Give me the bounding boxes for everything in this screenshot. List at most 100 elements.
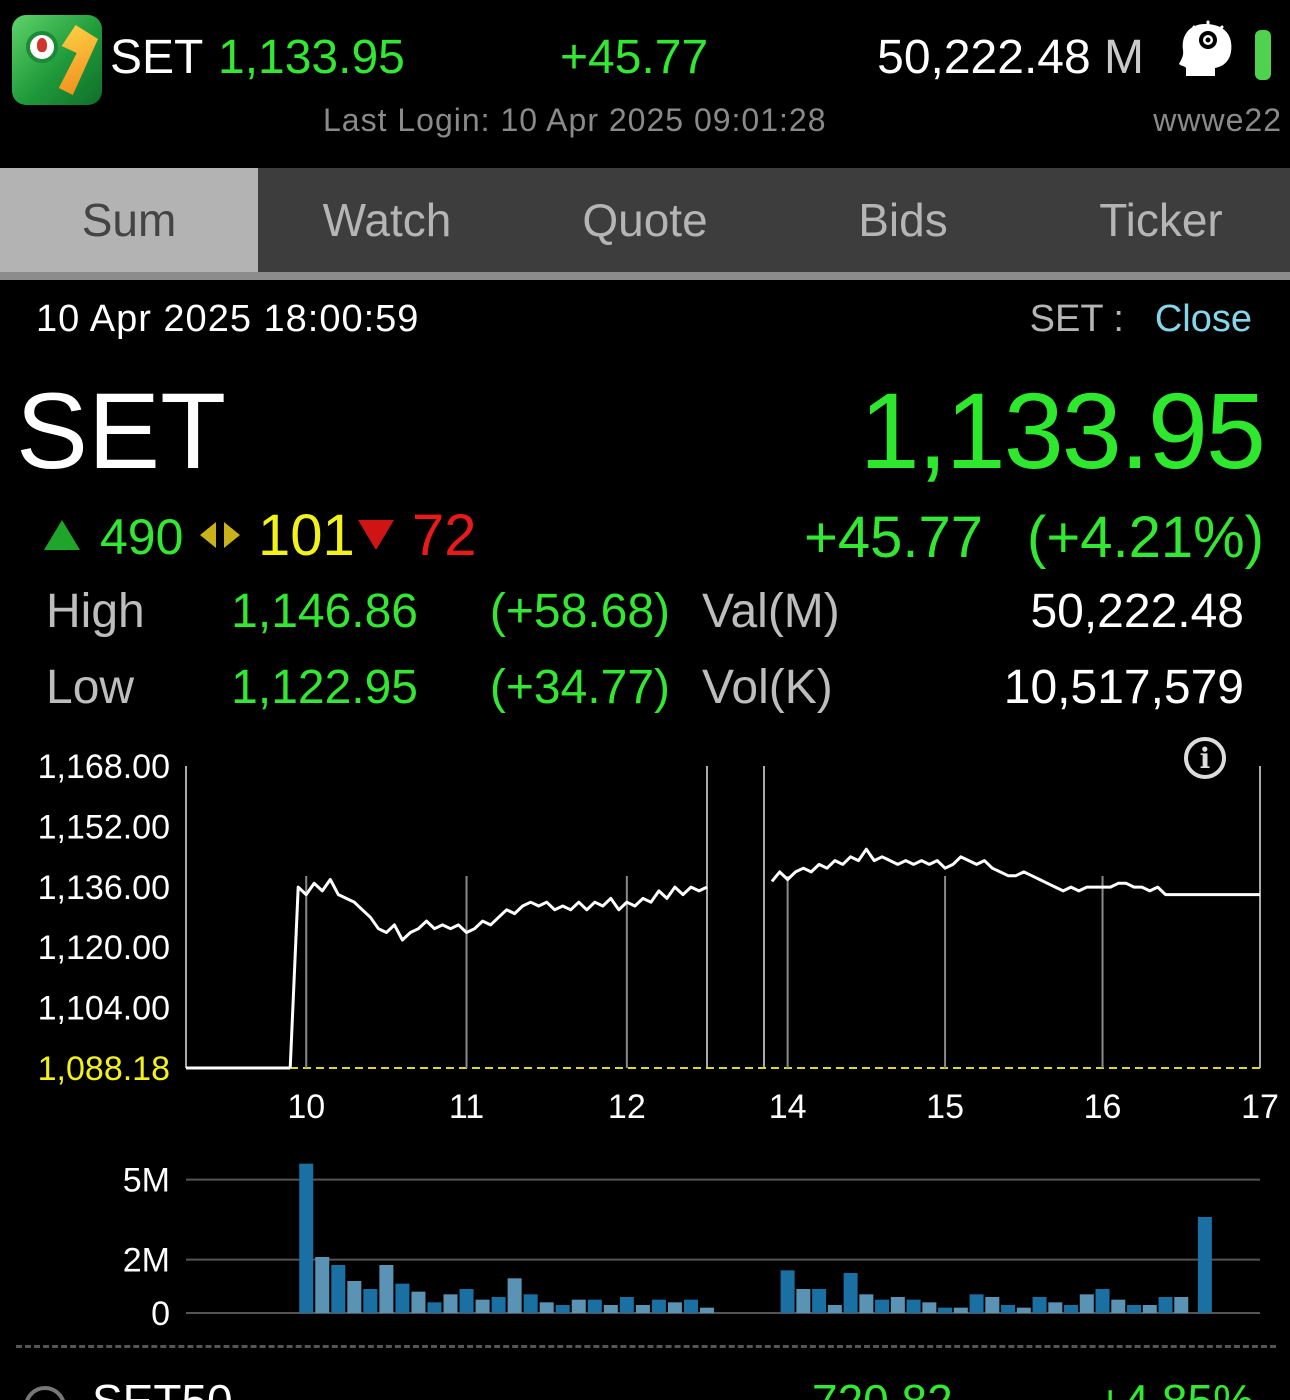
volume-bar: [969, 1294, 984, 1313]
decline-down-arrow-icon: [358, 520, 394, 550]
volume-bar: [347, 1281, 362, 1313]
volume-bar: [619, 1297, 634, 1313]
volume-bar: [667, 1302, 682, 1313]
index-change: +45.77: [804, 505, 984, 570]
volume-bar: [507, 1278, 522, 1313]
tab-sum[interactable]: Sum: [0, 168, 258, 272]
high-change: (+58.68): [489, 585, 670, 638]
decline-count: 72: [412, 503, 477, 568]
price-line-afternoon: [770, 847, 1260, 897]
unchanged-count: 101: [258, 503, 355, 568]
index-value: 1,133.95: [859, 370, 1266, 491]
index-name: SET: [16, 370, 227, 491]
volume-bar: [780, 1270, 795, 1313]
volume-bar: [796, 1289, 811, 1313]
tab-quote[interactable]: Quote: [516, 168, 774, 272]
volume-bar: [379, 1265, 394, 1313]
volume-bar: [985, 1297, 1000, 1313]
tab-watch[interactable]: Watch: [258, 168, 516, 272]
volume-tick-label: 2M: [123, 1242, 170, 1280]
low-label: Low: [46, 661, 135, 714]
prior-close-label: 1,088.18: [38, 1050, 170, 1088]
volume-bar: [475, 1299, 490, 1313]
market-status: Close: [1154, 298, 1252, 340]
volume-bar: [1174, 1297, 1189, 1313]
volume-bar: [1095, 1289, 1110, 1313]
index-change-percent: (+4.21%): [1027, 505, 1264, 570]
volume-bar: [459, 1289, 474, 1313]
header-index-change: +45.77: [560, 31, 709, 84]
volume-bar: [1064, 1305, 1079, 1313]
volume-bar: [523, 1294, 538, 1313]
list-item-set50[interactable]: SET50 720.82 +4.85%: [0, 1372, 1290, 1400]
volume-bar: [1127, 1305, 1142, 1313]
volume-bar: [1079, 1294, 1094, 1313]
top-status-bar: SET 1,133.95 +45.77 50,222.48 M Last Log…: [0, 0, 1290, 168]
info-icon[interactable]: i: [1184, 737, 1226, 779]
value-amount: 50,222.48: [1030, 585, 1244, 638]
list-item-change: +4.85%: [1097, 1374, 1254, 1400]
header-turnover: 50,222.48 M: [877, 30, 1144, 85]
volume-bar: [827, 1305, 842, 1313]
volume-label: Vol(K): [702, 661, 833, 714]
volume-bar: [427, 1302, 442, 1313]
volume-bar: [1016, 1307, 1031, 1313]
x-tick-label: 16: [1084, 1088, 1122, 1126]
header-index-name: SET: [110, 31, 204, 84]
volume-bar: [635, 1305, 650, 1313]
low-value: 1,122.95: [231, 661, 418, 714]
volume-bar: [443, 1294, 458, 1313]
volume-bar: [875, 1299, 890, 1313]
volume-bar: [555, 1305, 570, 1313]
volume-bar: [587, 1299, 602, 1313]
user-id: wwwe22: [1153, 102, 1282, 138]
volume-amount: 10,517,579: [1003, 661, 1244, 714]
volume-bar: [395, 1283, 410, 1313]
radio-icon[interactable]: [24, 1386, 66, 1400]
advance-count: 490: [100, 509, 184, 565]
volume-bar: [922, 1302, 937, 1313]
tab-bids[interactable]: Bids: [774, 168, 1032, 272]
low-change: (+34.77): [489, 661, 670, 714]
y-tick-label: 1,120.00: [38, 929, 170, 967]
header-turnover-value: 50,222.48: [877, 31, 1091, 84]
tab-divider: [0, 272, 1290, 280]
volume-bar: [859, 1294, 874, 1313]
x-tick-label: 11: [449, 1088, 484, 1126]
volume-bar: [1048, 1302, 1063, 1313]
header-turnover-unit: M: [1104, 31, 1144, 84]
volume-bar: [938, 1307, 953, 1313]
volume-bar: [315, 1257, 330, 1313]
volume-bar: [953, 1307, 968, 1313]
x-tick-label: 15: [926, 1088, 964, 1126]
summary-timestamp: 10 Apr 2025 18:00:59: [36, 298, 420, 340]
volume-bar: [700, 1307, 714, 1313]
volume-bar: [411, 1291, 426, 1313]
last-login-text: Last Login: 10 Apr 2025 09:01:28: [323, 102, 827, 138]
battery-icon: [1255, 30, 1271, 80]
x-tick-label: 12: [608, 1088, 646, 1126]
y-tick-label: 1,168.00: [38, 748, 170, 786]
list-item-name: SET50: [92, 1374, 233, 1400]
app-logo[interactable]: [12, 15, 102, 105]
head-profile-icon[interactable]: [1175, 18, 1239, 82]
volume-bar: [1032, 1297, 1047, 1313]
y-tick-label: 1,152.00: [38, 808, 170, 846]
intraday-chart[interactable]: 1,168.00 1,152.00 1,136.00 1,120.00 1,104.00…: [0, 730, 1290, 1330]
list-item-value: 720.82: [812, 1374, 953, 1400]
volume-bar: [539, 1302, 554, 1313]
y-tick-label: 1,104.00: [38, 990, 170, 1028]
volume-bar: [491, 1297, 506, 1313]
volume-bar: [906, 1299, 921, 1313]
value-label: Val(M): [702, 585, 840, 638]
volume-bar: [363, 1289, 378, 1313]
price-line-morning: [288, 878, 708, 1068]
volume-tick-label: 5M: [123, 1162, 170, 1200]
volume-bar: [603, 1305, 618, 1313]
x-tick-label: 14: [769, 1088, 807, 1126]
main-tabs: Sum Watch Quote Bids Ticker: [0, 168, 1290, 272]
tab-ticker[interactable]: Ticker: [1032, 168, 1290, 272]
volume-bar: [1001, 1305, 1016, 1313]
advance-up-arrow-icon: [44, 520, 80, 550]
y-tick-label: 1,136.00: [38, 869, 170, 907]
